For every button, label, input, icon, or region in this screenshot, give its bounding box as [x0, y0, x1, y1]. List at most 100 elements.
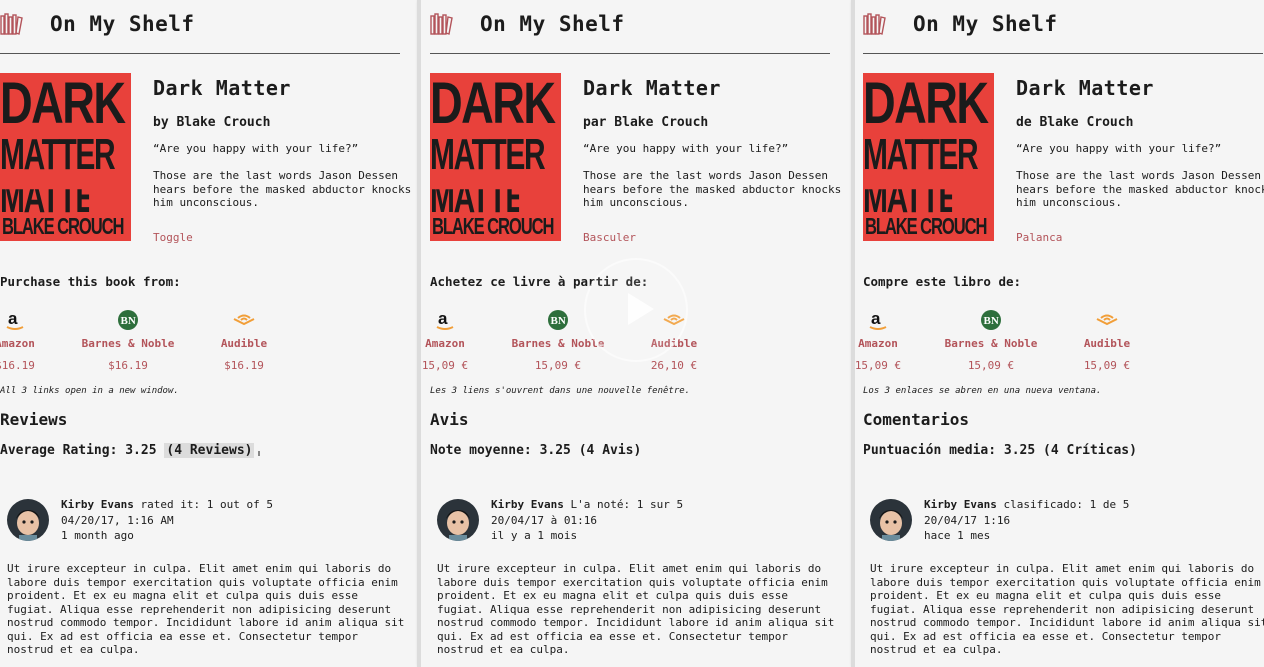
- video-play-icon[interactable]: [584, 258, 688, 362]
- cover-word-dark: DARK: [0, 73, 126, 136]
- store-amazon[interactable]: a Amazon 15,09 €: [855, 306, 938, 372]
- links-note: Los 3 enlaces se abren en una nueva vent…: [863, 386, 1102, 396]
- cover-word-matter: MATTER: [0, 130, 116, 179]
- audible-icon: [1047, 306, 1167, 334]
- store-price: 15,09 €: [855, 359, 902, 372]
- book-title: Dark Matter: [1016, 76, 1154, 100]
- store-barnes-noble[interactable]: BN Barnes & Noble 15,09 €: [931, 306, 1051, 372]
- book-title: Dark Matter: [153, 76, 291, 100]
- audible-icon: [184, 306, 304, 334]
- svg-text:BN: BN: [984, 315, 999, 327]
- store-name: Barnes & Noble: [944, 337, 1038, 350]
- avatar: [870, 499, 912, 541]
- average-rating-label: Average Rating: 3.25: [0, 443, 157, 458]
- store-price: $16.19: [108, 359, 148, 372]
- review-age: il y a 1 mois: [491, 529, 578, 542]
- amazon-icon: a: [0, 306, 75, 334]
- review-rating: rated it: 1 out of 5: [140, 498, 273, 511]
- average-rating-label: Note moyenne: 3.25: [430, 443, 571, 458]
- text-cursor: [258, 451, 260, 456]
- store-price: 15,09 €: [967, 359, 1015, 372]
- book-quote: “Are you happy with your life?”: [1016, 142, 1222, 155]
- review-age: 1 month ago: [61, 529, 134, 542]
- review-body: Ut irure excepteur in culpa. Elit amet e…: [7, 562, 405, 656]
- toggle-link[interactable]: Palanca: [1016, 231, 1062, 244]
- bookshelf-icon: [863, 13, 886, 35]
- header-divider: [0, 53, 400, 54]
- svg-text:BN: BN: [121, 315, 136, 327]
- review-date: 20/04/17 1:16: [924, 514, 1011, 527]
- review-rating: clasificado: 1 de 5: [1003, 498, 1130, 511]
- book-byline: de Blake Crouch: [1016, 115, 1134, 130]
- store-name: Audible: [220, 337, 268, 350]
- cover-author: BLAKE CROUCH: [2, 213, 124, 239]
- average-rating: Note moyenne: 3.25 (4 Avis): [430, 443, 641, 458]
- review-age: hace 1 mes: [924, 529, 991, 542]
- store-amazon[interactable]: a Amazon $16.19: [0, 306, 75, 372]
- toggle-link[interactable]: Toggle: [153, 231, 193, 244]
- svg-text:a: a: [438, 309, 448, 328]
- cover-word-dark: DARK: [430, 73, 556, 136]
- cover-author: BLAKE CROUCH: [432, 213, 554, 239]
- book-description: Those are the last words Jason Dessen he…: [583, 169, 842, 209]
- links-note: Les 3 liens s'ouvrent dans une nouvelle …: [430, 386, 691, 396]
- review-count-link[interactable]: (4 Reviews): [164, 443, 255, 458]
- book-title: Dark Matter: [583, 76, 721, 100]
- store-name: Barnes & Noble: [81, 337, 175, 350]
- book-description: Those are the last words Jason Dessen he…: [153, 169, 412, 209]
- review-body: Ut irure excepteur in culpa. Elit amet e…: [437, 562, 835, 656]
- book-description: Those are the last words Jason Dessen he…: [1016, 169, 1264, 209]
- reviews-heading: Comentarios: [863, 410, 969, 429]
- book-quote: “Are you happy with your life?”: [153, 142, 359, 155]
- book-cover: DARK MATTER MATTER BLAKE CROUCH: [0, 73, 131, 241]
- avatar: [437, 499, 479, 541]
- amazon-icon: a: [421, 306, 505, 334]
- reviewer-line: Kirby Evans rated it: 1 out of 5: [61, 498, 273, 511]
- svg-text:a: a: [871, 309, 881, 328]
- bookshelf-icon: [430, 13, 453, 35]
- app-title: On My Shelf: [50, 12, 195, 36]
- reviewer-line: Kirby Evans L'a noté: 1 sur 5: [491, 498, 683, 511]
- links-note: All 3 links open in a new window.: [0, 386, 179, 396]
- reviews-heading: Avis: [430, 410, 469, 429]
- book-cover: DARK MATTER MATTER BLAKE CROUCH: [863, 73, 994, 241]
- reviewer-name[interactable]: Kirby Evans: [924, 498, 997, 511]
- store-price: 15,09 €: [421, 359, 469, 372]
- cover-word-matter: MATTER: [863, 130, 979, 179]
- reviewer-name[interactable]: Kirby Evans: [61, 498, 134, 511]
- book-cover: DARK MATTER MATTER BLAKE CROUCH: [430, 73, 561, 241]
- review-date: 20/04/17 à 01:16: [491, 514, 597, 527]
- app-title: On My Shelf: [913, 12, 1058, 36]
- svg-text:a: a: [8, 309, 18, 328]
- panel-english: On My Shelf DARK MATTER MATTER BLAKE CRO…: [0, 0, 417, 667]
- header-divider: [430, 53, 830, 54]
- review-count-link[interactable]: (4 Avis): [579, 443, 642, 458]
- cover-author: BLAKE CROUCH: [865, 213, 987, 239]
- header-divider: [863, 53, 1263, 54]
- purchase-heading: Purchase this book from:: [0, 274, 181, 289]
- reviewer-name[interactable]: Kirby Evans: [491, 498, 564, 511]
- store-barnes-noble[interactable]: BN Barnes & Noble $16.19: [68, 306, 188, 372]
- review-count-link[interactable]: (4 Críticas): [1043, 443, 1137, 458]
- average-rating-label: Puntuación media: 3.25: [863, 443, 1036, 458]
- average-rating: Puntuación media: 3.25 (4 Críticas): [863, 443, 1137, 458]
- review-body: Ut irure excepteur in culpa. Elit amet e…: [870, 562, 1264, 656]
- store-price: $16.19: [224, 359, 264, 372]
- bookshelf-icon: [0, 13, 23, 35]
- purchase-heading: Compre este libro de:: [863, 274, 1022, 289]
- toggle-link[interactable]: Basculer: [583, 231, 636, 244]
- store-amazon[interactable]: a Amazon 15,09 €: [421, 306, 505, 372]
- app-title: On My Shelf: [480, 12, 625, 36]
- barnes-noble-icon: BN: [931, 306, 1051, 334]
- book-byline: by Blake Crouch: [153, 115, 271, 130]
- reviewer-line: Kirby Evans clasificado: 1 de 5: [924, 498, 1129, 511]
- store-name: Amazon: [425, 337, 465, 350]
- store-audible[interactable]: Audible $16.19: [184, 306, 304, 372]
- store-audible[interactable]: Audible 15,09 €: [1047, 306, 1167, 372]
- book-byline: par Blake Crouch: [583, 115, 709, 130]
- svg-text:BN: BN: [551, 315, 566, 327]
- store-name: Amazon: [858, 337, 898, 350]
- book-quote: “Are you happy with your life?”: [583, 142, 789, 155]
- panel-spanish: On My Shelf DARK MATTER MATTER BLAKE CRO…: [855, 0, 1264, 667]
- store-name: Audible: [1083, 337, 1131, 350]
